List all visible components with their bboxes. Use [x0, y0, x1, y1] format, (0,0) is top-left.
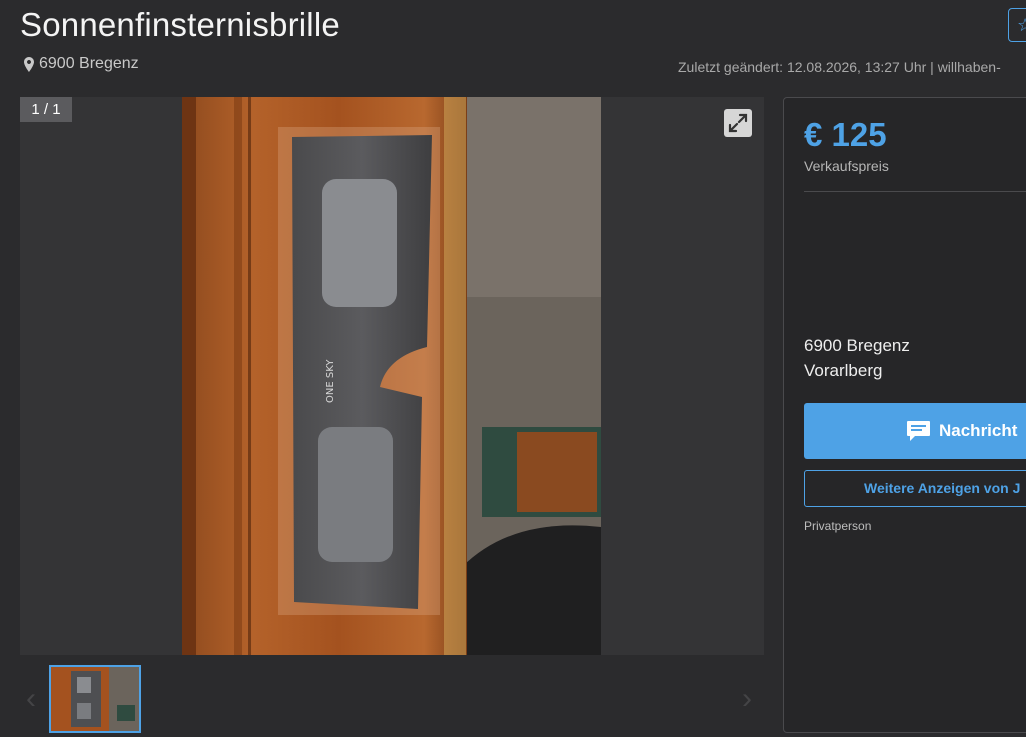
product-print: ONE SKY	[325, 359, 336, 403]
chat-bubble-icon	[907, 421, 930, 441]
location-pin-icon	[24, 56, 34, 72]
price: € 125	[804, 116, 887, 153]
listing-title: Sonnenfinsternisbrille	[20, 6, 340, 43]
next-arrow-icon[interactable]: ›	[742, 682, 752, 716]
thumbnail-image	[51, 667, 139, 731]
price-panel: € 125 Verkaufspreis 6900 Bregenz Vorarlb…	[783, 97, 1026, 733]
address-line-1: 6900 Bregenz	[804, 336, 910, 355]
price-label: Verkaufspreis	[804, 158, 889, 174]
thumbnail-strip: ‹ ›	[20, 660, 764, 737]
listing-location: 6900 Bregenz	[24, 55, 139, 73]
fullscreen-button[interactable]	[724, 109, 752, 137]
previous-arrow-icon[interactable]: ‹	[26, 682, 36, 716]
thumbnail-1[interactable]	[49, 665, 141, 733]
address-line-2: Vorarlberg	[804, 361, 883, 380]
message-button-label: Nachricht	[939, 421, 1018, 440]
image-counter: 1 / 1	[20, 97, 72, 122]
divider	[804, 191, 1026, 192]
star-icon: ☆	[1017, 15, 1026, 35]
favorite-button[interactable]: ☆	[1008, 8, 1026, 42]
image-gallery[interactable]: 1 / 1 ONE SKY	[20, 97, 764, 655]
expand-arrows-icon	[728, 113, 748, 133]
seller-type: Privatperson	[804, 519, 872, 533]
message-button[interactable]: Nachricht	[804, 403, 1026, 459]
location-text: 6900 Bregenz	[39, 55, 139, 72]
last-changed-info: Zuletzt geändert: 12.08.2026, 13:27 Uhr …	[678, 59, 1001, 75]
more-ads-button[interactable]: Weitere Anzeigen von J	[804, 470, 1026, 507]
eclipse-glasses-photo: ONE SKY	[182, 97, 601, 655]
main-photo[interactable]: ONE SKY	[182, 97, 601, 655]
